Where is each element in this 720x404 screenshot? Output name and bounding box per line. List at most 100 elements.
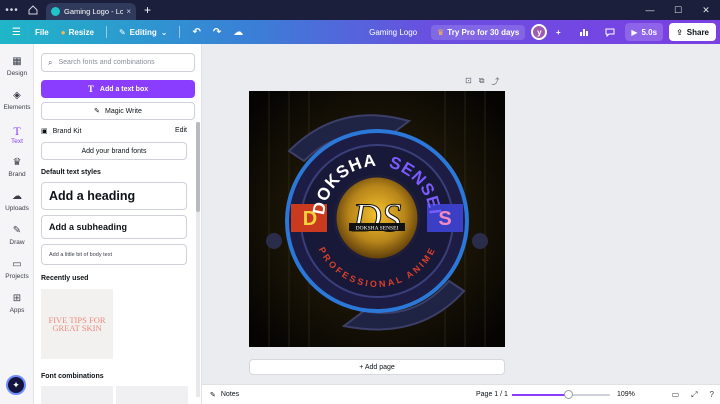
text-icon: T: [13, 124, 21, 138]
notes-icon: ✎: [210, 391, 216, 399]
shapes-icon: ◈: [13, 90, 21, 101]
add-body-text-button[interactable]: Add a little bit of body text: [41, 244, 187, 265]
notes-label: Notes: [220, 391, 240, 398]
add-heading-button[interactable]: Add a heading: [41, 182, 187, 210]
page-tools: ⊡ ⧉ ⤴: [458, 76, 499, 87]
layout-icon: ▦: [12, 56, 22, 67]
browser-menu-icon[interactable]: •••: [0, 5, 24, 16]
magic-assistant-icon[interactable]: ✦: [6, 375, 26, 395]
add-text-box-label: Add a text box: [99, 85, 149, 93]
side-knob-left: [266, 233, 282, 249]
redo-icon[interactable]: ↷: [213, 27, 221, 38]
close-window-icon[interactable]: ✕: [692, 5, 720, 16]
rail-item-label: Draw: [9, 239, 25, 246]
analytics-icon[interactable]: [575, 23, 593, 41]
rail-item-label: Projects: [5, 273, 29, 280]
view-controls: ▭ ⤢ ?: [660, 390, 714, 400]
resize-button[interactable]: ● Resize: [61, 28, 94, 37]
avatar[interactable]: y: [531, 24, 548, 40]
grid-view-icon[interactable]: ▭: [672, 390, 680, 400]
design-page[interactable]: D S DS DOKSHA SENSEI DOKSHA SENSEI PROFE…: [249, 91, 505, 347]
resize-label: Resize: [68, 27, 94, 37]
tab-close-icon[interactable]: ×: [126, 7, 131, 16]
brand-kit-label: Brand Kit: [52, 127, 82, 135]
minimize-icon[interactable]: —: [636, 5, 664, 15]
monogram-caption: DOKSHA SENSEI: [356, 226, 399, 232]
rail-item-label: Text: [11, 138, 23, 145]
brand-kit-edit-link[interactable]: Edit: [175, 127, 187, 135]
maximize-icon[interactable]: ☐: [664, 5, 692, 16]
rail-item-apps[interactable]: ⊞ Apps: [0, 293, 34, 314]
crown-icon: ♛: [12, 157, 22, 168]
add-collaborator-icon[interactable]: +: [549, 23, 567, 41]
panel-scrollbar[interactable]: [196, 122, 200, 397]
magic-wand-icon: ✎: [94, 108, 101, 115]
window-controls: — ☐ ✕: [636, 0, 720, 20]
monogram: DS: [352, 195, 402, 240]
zoom-slider[interactable]: [512, 390, 610, 399]
font-combination-thumbnail[interactable]: [41, 386, 113, 404]
recent-font-thumbnail[interactable]: FIVE TIPS FOR GREAT SKIN: [41, 289, 113, 359]
cloud-upload-icon: ☁: [12, 191, 22, 202]
rail-item-design[interactable]: ▦ Design: [0, 56, 34, 77]
font-combination-thumbnail[interactable]: [116, 386, 188, 404]
side-knob-right: [472, 233, 488, 249]
add-subheading-button[interactable]: Add a subheading: [41, 215, 187, 239]
add-page-icon[interactable]: ⤴: [491, 76, 499, 87]
help-icon[interactable]: ?: [710, 390, 714, 400]
share-icon: ⇪: [676, 27, 683, 37]
toolbar-right: Gaming Logo ♛ Try Pro for 30 days y + ▶ …: [369, 20, 716, 44]
bottom-bar: ✎ Notes Page 1 / 1 109% ▭ ⤢ ?: [202, 384, 720, 404]
magic-write-button[interactable]: ✎ Magic Write: [41, 102, 195, 120]
document-title[interactable]: Gaming Logo: [369, 28, 417, 37]
scrollbar-thumb[interactable]: [196, 122, 200, 212]
share-button[interactable]: ⇪ Share: [669, 23, 716, 41]
browser-tab[interactable]: Gaming Logo - Logo ×: [46, 3, 136, 20]
add-page-button[interactable]: + Add page: [249, 359, 505, 375]
editing-label: Editing: [129, 27, 157, 37]
duplicate-page-icon[interactable]: ⧉: [479, 76, 485, 87]
apps-grid-icon: ⊞: [12, 293, 22, 304]
rail-item-label: Design: [6, 70, 28, 77]
add-brand-fonts-button[interactable]: Add your brand fonts: [41, 142, 187, 160]
undo-icon[interactable]: ↶: [192, 27, 200, 38]
editor-toolbar: ☰ File ● Resize ✎ Editing ⌄ ↶ ↷ ☁ Gaming…: [0, 20, 720, 44]
rail-item-uploads[interactable]: ☁ Uploads: [0, 191, 34, 212]
canva-favicon-icon: [51, 7, 60, 16]
zoom-slider-fill: [512, 394, 569, 396]
zoom-level[interactable]: 109%: [617, 391, 635, 398]
rail-item-elements[interactable]: ◈ Elements: [0, 90, 34, 111]
rail-item-label: Elements: [3, 104, 31, 111]
canvas-area: ⊡ ⧉ ⤴ D S DS DOKSHA SENSEI DOKSHA SENSEI…: [202, 44, 720, 384]
main-menu-icon[interactable]: ☰: [12, 27, 21, 38]
font-search-input[interactable]: ⌕ Search fonts and combinations: [41, 53, 195, 72]
page-indicator[interactable]: Page 1 / 1: [476, 391, 508, 398]
rail-item-brand[interactable]: ♛ Brand: [0, 157, 34, 178]
lock-icon[interactable]: ⊡: [465, 76, 472, 87]
present-button[interactable]: ▶ 5.0s: [625, 23, 664, 41]
magic-write-label: Magic Write: [105, 107, 142, 115]
rail-item-projects[interactable]: ▭ Projects: [0, 259, 34, 280]
add-text-box-button[interactable]: T Add a text box: [41, 80, 195, 98]
try-pro-button[interactable]: ♛ Try Pro for 30 days: [431, 24, 526, 40]
new-tab-button[interactable]: +: [144, 3, 151, 17]
folder-icon: ▭: [12, 259, 22, 270]
editing-mode-dropdown[interactable]: ✎ Editing ⌄: [119, 28, 168, 37]
home-icon[interactable]: [24, 3, 42, 17]
fullscreen-icon[interactable]: ⤢: [691, 390, 697, 400]
rail-item-draw[interactable]: ✎ Draw: [0, 225, 34, 246]
zoom-slider-knob[interactable]: [564, 390, 574, 399]
toolbar-divider: [179, 26, 181, 38]
rail-item-text[interactable]: T Text: [0, 124, 34, 145]
rail-item-label: Apps: [9, 307, 25, 314]
pen-icon: ✎: [12, 225, 22, 236]
share-label: Share: [686, 27, 709, 37]
file-menu[interactable]: File: [35, 28, 49, 37]
notes-button[interactable]: ✎ Notes: [210, 391, 239, 399]
cloud-saved-icon[interactable]: ☁: [233, 27, 243, 38]
rail-item-label: Brand: [8, 171, 26, 178]
play-duration: 5.0s: [641, 27, 658, 37]
comment-icon[interactable]: [601, 23, 619, 41]
toolbar-divider: [105, 26, 107, 38]
browser-tab-title: Gaming Logo - Logo: [64, 7, 124, 16]
